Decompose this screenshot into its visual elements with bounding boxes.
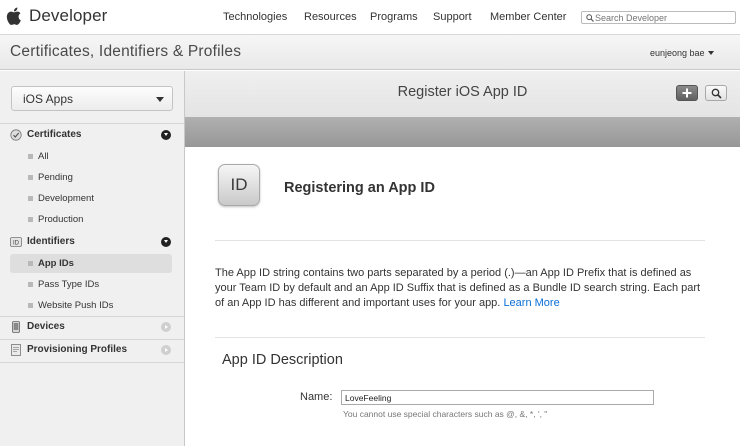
collapse-toggle-icon[interactable] — [161, 237, 171, 247]
name-field-label: Name: — [300, 391, 333, 403]
sidebar-item-label: Website Push IDs — [38, 300, 114, 311]
bullet-icon — [28, 217, 33, 222]
caret-down-icon — [707, 51, 714, 55]
sidebar-item-pass-type-ids[interactable]: Pass Type IDs — [10, 275, 172, 294]
description-text: The App ID string contains two parts sep… — [215, 267, 701, 310]
main-content: ID Registering an App ID The App ID stri… — [185, 147, 740, 446]
user-name: eunjeong bae — [650, 48, 705, 58]
apple-logo-icon — [6, 7, 21, 25]
sidebar-item-label: App IDs — [38, 258, 74, 269]
learn-more-link[interactable]: Learn More — [503, 297, 559, 309]
sidebar-item-label: Pass Type IDs — [38, 279, 100, 290]
divider — [0, 123, 184, 124]
section-heading: Registering an App ID — [284, 180, 435, 196]
sidebar-group-label: Identifiers — [27, 236, 75, 247]
global-header: Developer Technologies Resources Program… — [0, 0, 740, 35]
sidebar-item-label: Production — [38, 214, 84, 225]
bullet-icon — [28, 303, 33, 308]
search-button[interactable] — [705, 85, 727, 101]
section-bar: Certificates, Identifiers & Profiles eun… — [0, 35, 740, 70]
magnifier-icon — [711, 88, 722, 99]
sidebar-group-label: Devices — [27, 321, 65, 332]
expand-toggle-icon[interactable] — [161, 345, 171, 355]
sidebar-item-all[interactable]: All — [10, 147, 172, 166]
sidebar-group-provisioning-profiles[interactable]: Provisioning Profiles — [0, 340, 184, 360]
sidebar-item-website-push-ids[interactable]: Website Push IDs — [10, 296, 172, 315]
name-help-text: You cannot use special characters such a… — [343, 409, 548, 419]
sidebar-group-label: Certificates — [27, 129, 82, 140]
section-title: Certificates, Identifiers & Profiles — [10, 43, 242, 60]
divider — [215, 337, 705, 338]
brand-label: Developer — [29, 6, 108, 25]
collapse-toggle-icon[interactable] — [161, 130, 171, 140]
expand-toggle-icon[interactable] — [161, 322, 171, 332]
device-icon — [12, 321, 20, 333]
divider — [0, 362, 184, 363]
search-box — [581, 11, 736, 24]
app-id-icon: ID — [218, 164, 260, 206]
user-menu[interactable]: eunjeong bae — [650, 48, 714, 58]
search-icon — [586, 13, 594, 22]
bullet-icon — [28, 154, 33, 159]
sidebar-item-label: Pending — [38, 172, 73, 183]
divider — [215, 240, 705, 241]
sidebar-item-pending[interactable]: Pending — [10, 168, 172, 187]
chevron-down-icon — [156, 97, 164, 102]
nav-programs[interactable]: Programs — [370, 11, 418, 23]
toolbar-strip — [185, 117, 740, 147]
sidebar-group-certificates[interactable]: Certificates — [0, 125, 184, 145]
bullet-icon — [28, 175, 33, 180]
name-field[interactable] — [341, 390, 654, 405]
plus-icon — [682, 88, 692, 98]
bullet-icon — [28, 282, 33, 287]
sidebar-group-devices[interactable]: Devices — [0, 317, 184, 337]
search-input[interactable] — [594, 12, 734, 23]
nav-support[interactable]: Support — [433, 11, 472, 23]
main-toolbar: Register iOS App ID — [185, 71, 740, 117]
form-section-title: App ID Description — [222, 352, 343, 368]
sidebar-item-label: All — [38, 151, 49, 162]
bullet-icon — [28, 261, 33, 266]
nav-member-center[interactable]: Member Center — [490, 11, 566, 23]
sidebar-group-label: Provisioning Profiles — [27, 344, 128, 355]
app-id-icon-label: ID — [230, 175, 248, 194]
sidebar: iOS Apps Certificates All Pending Develo… — [0, 71, 185, 446]
page-title: Register iOS App ID — [397, 84, 528, 100]
description-paragraph: The App ID string contains two parts sep… — [215, 266, 705, 312]
sidebar-item-app-ids[interactable]: App IDs — [10, 254, 172, 273]
bullet-icon — [28, 196, 33, 201]
sidebar-item-development[interactable]: Development — [10, 189, 172, 208]
platform-select-value: iOS Apps — [23, 92, 74, 106]
profile-icon — [11, 344, 21, 356]
nav-technologies[interactable]: Technologies — [223, 11, 287, 23]
sidebar-group-identifiers[interactable]: ID Identifiers — [0, 232, 184, 252]
sidebar-item-label: Development — [38, 193, 94, 204]
sidebar-item-production[interactable]: Production — [10, 210, 172, 229]
nav-resources[interactable]: Resources — [304, 11, 357, 23]
platform-select[interactable]: iOS Apps — [11, 86, 173, 111]
svg-text:ID: ID — [13, 241, 20, 247]
certificate-icon — [10, 129, 22, 141]
developer-brand[interactable]: Developer — [4, 6, 107, 26]
add-button[interactable] — [676, 85, 698, 101]
id-badge-icon: ID — [10, 237, 22, 247]
